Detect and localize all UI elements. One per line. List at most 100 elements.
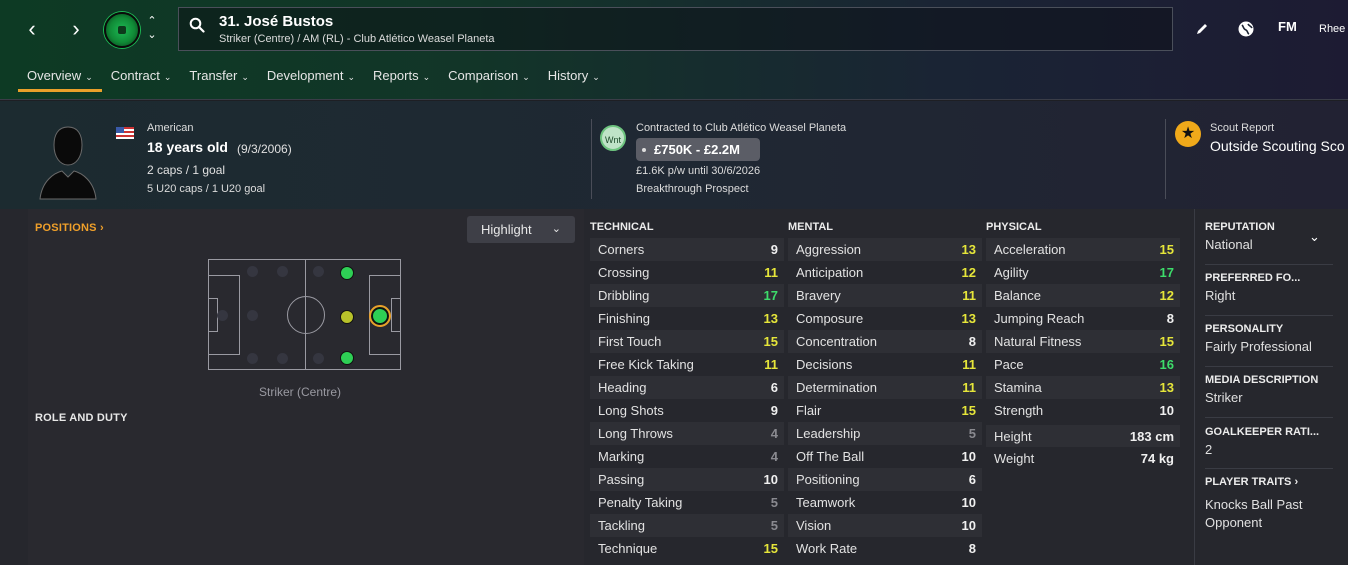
attribute-name: Bravery [796, 288, 841, 303]
highlight-dropdown[interactable]: Highlight ⌄ [467, 216, 575, 243]
attribute-row[interactable]: Natural Fitness 15 [986, 330, 1180, 353]
player-name: 31. José Bustos [219, 13, 334, 30]
attribute-row[interactable]: Anticipation 12 [788, 261, 982, 284]
position-dot-gk [217, 310, 228, 321]
senior-caps: 2 caps / 1 goal [147, 163, 226, 177]
player-traits-block[interactable]: PLAYER TRAITS › Knocks Ball Past Opponen… [1205, 476, 1333, 532]
transfer-value-badge[interactable]: £750K - £2.2M [636, 138, 760, 161]
position-caption: Striker (Centre) [259, 385, 342, 399]
attribute-row[interactable]: Positioning 6 [788, 468, 982, 491]
tab-transfer[interactable]: Transfer ⌄ [180, 66, 257, 92]
attribute-row[interactable]: Technique 15 [590, 537, 784, 560]
player-search-box[interactable]: 31. José Bustos Striker (Centre) / AM (R… [178, 7, 1173, 51]
player-switch-icon[interactable]: ⌃ ⌄ [146, 14, 158, 42]
attribute-row[interactable]: Leadership 5 [788, 422, 982, 445]
attribute-name: Finishing [598, 311, 651, 326]
divider [1165, 119, 1166, 199]
forward-arrow-icon[interactable]: › [66, 18, 86, 40]
tab-development[interactable]: Development ⌄ [258, 66, 364, 92]
attribute-row[interactable]: Teamwork 10 [788, 491, 982, 514]
attribute-row[interactable]: Vision 10 [788, 514, 982, 537]
attribute-row[interactable]: Agility 17 [986, 261, 1180, 284]
attribute-row[interactable]: Flair 15 [788, 399, 982, 422]
attribute-row[interactable]: Penalty Taking 5 [590, 491, 784, 514]
position-dot [277, 266, 288, 277]
wanted-badge: Wnt [600, 125, 626, 151]
attribute-value: 17 [1159, 265, 1174, 280]
attribute-name: Long Shots [598, 403, 664, 418]
scout-report-value[interactable]: Outside Scouting Sco [1210, 138, 1345, 154]
attribute-row[interactable]: Finishing 13 [590, 307, 784, 330]
attribute-row[interactable]: Pace 16 [986, 353, 1180, 376]
divider [1205, 315, 1333, 316]
attribute-row[interactable]: Corners 9 [590, 238, 784, 261]
attribute-value: 15 [763, 334, 778, 349]
attribute-row[interactable]: Tackling 5 [590, 514, 784, 537]
attribute-row[interactable]: Composure 13 [788, 307, 982, 330]
attribute-row[interactable]: Heading 6 [590, 376, 784, 399]
player-subtitle: Striker (Centre) / AM (RL) - Club Atléti… [219, 33, 495, 45]
attribute-value: 10 [763, 472, 778, 487]
position-dot [247, 310, 258, 321]
tab-reports[interactable]: Reports ⌄ [364, 66, 439, 92]
attribute-value: 10 [961, 495, 976, 510]
attribute-row[interactable]: Long Shots 9 [590, 399, 784, 422]
attribute-value: 9 [770, 242, 778, 257]
attribute-row[interactable]: Long Throws 4 [590, 422, 784, 445]
tab-contract[interactable]: Contract ⌄ [102, 66, 181, 92]
user-label[interactable]: Rhee [1319, 23, 1345, 35]
attribute-name: Strength [994, 403, 1044, 418]
attribute-row[interactable]: Aggression 13 [788, 238, 982, 261]
star-icon: ★ [1175, 121, 1201, 147]
attribute-name: Flair [796, 403, 822, 418]
attribute-value: 16 [1159, 357, 1174, 372]
header-bar: ‹ › ⌃ ⌄ 31. José Bustos Striker (Centre) … [0, 0, 1348, 100]
attribute-name: Decisions [796, 357, 853, 372]
attribute-row[interactable]: Marking 4 [590, 445, 784, 468]
chevron-down-icon[interactable]: ⌄ [1309, 229, 1320, 245]
right-goal-box [391, 298, 401, 332]
fm-menu-button[interactable]: FM [1278, 19, 1297, 34]
position-dot-aml [340, 266, 354, 280]
attribute-row[interactable]: Balance 12 [986, 284, 1180, 307]
attribute-row[interactable]: Decisions 11 [788, 353, 982, 376]
attribute-row[interactable]: Determination 11 [788, 376, 982, 399]
attribute-value: 5 [770, 518, 778, 533]
attribute-row[interactable]: Crossing 11 [590, 261, 784, 284]
attribute-row[interactable]: First Touch 15 [590, 330, 784, 353]
attribute-name: Tackling [598, 518, 645, 533]
club-crest-icon[interactable] [104, 12, 140, 48]
tab-comparison[interactable]: Comparison ⌄ [439, 66, 539, 92]
tab-history[interactable]: History ⌄ [539, 66, 609, 92]
attribute-row[interactable]: Bravery 11 [788, 284, 982, 307]
divider [1205, 264, 1333, 265]
us-flag-icon [116, 127, 134, 139]
attribute-row[interactable]: Work Rate 8 [788, 537, 982, 560]
attribute-row[interactable]: Off The Ball 10 [788, 445, 982, 468]
attribute-row[interactable]: Passing 10 [590, 468, 784, 491]
attribute-value: 4 [770, 426, 778, 441]
attribute-row[interactable]: Concentration 8 [788, 330, 982, 353]
attribute-name: Leadership [796, 426, 861, 441]
attribute-name: Off The Ball [796, 449, 865, 464]
attribute-name: Composure [796, 311, 864, 326]
edit-pencil-icon[interactable] [1195, 22, 1209, 36]
attribute-row[interactable]: Jumping Reach 8 [986, 307, 1180, 330]
positions-link[interactable]: POSITIONS › [35, 222, 104, 234]
attribute-name: Vision [796, 518, 832, 533]
attribute-row[interactable]: Dribbling 17 [590, 284, 784, 307]
player-status: Breakthrough Prospect [636, 183, 749, 195]
attribute-name: Passing [598, 472, 645, 487]
globe-icon[interactable] [1237, 20, 1255, 38]
attribute-name: Concentration [796, 334, 877, 349]
attribute-row[interactable]: Strength 10 [986, 399, 1180, 422]
attribute-value: 11 [962, 288, 976, 303]
attribute-row[interactable]: Acceleration 15 [986, 238, 1180, 261]
back-arrow-icon[interactable]: ‹ [22, 18, 42, 40]
attribute-name: Pace [994, 357, 1024, 372]
attribute-row[interactable]: Stamina 13 [986, 376, 1180, 399]
attribute-row[interactable]: Free Kick Taking 11 [590, 353, 784, 376]
attribute-value: 12 [961, 265, 976, 280]
preferred-foot-block: PREFERRED FO... Right [1205, 272, 1301, 303]
tab-overview[interactable]: Overview ⌄ [18, 66, 102, 92]
